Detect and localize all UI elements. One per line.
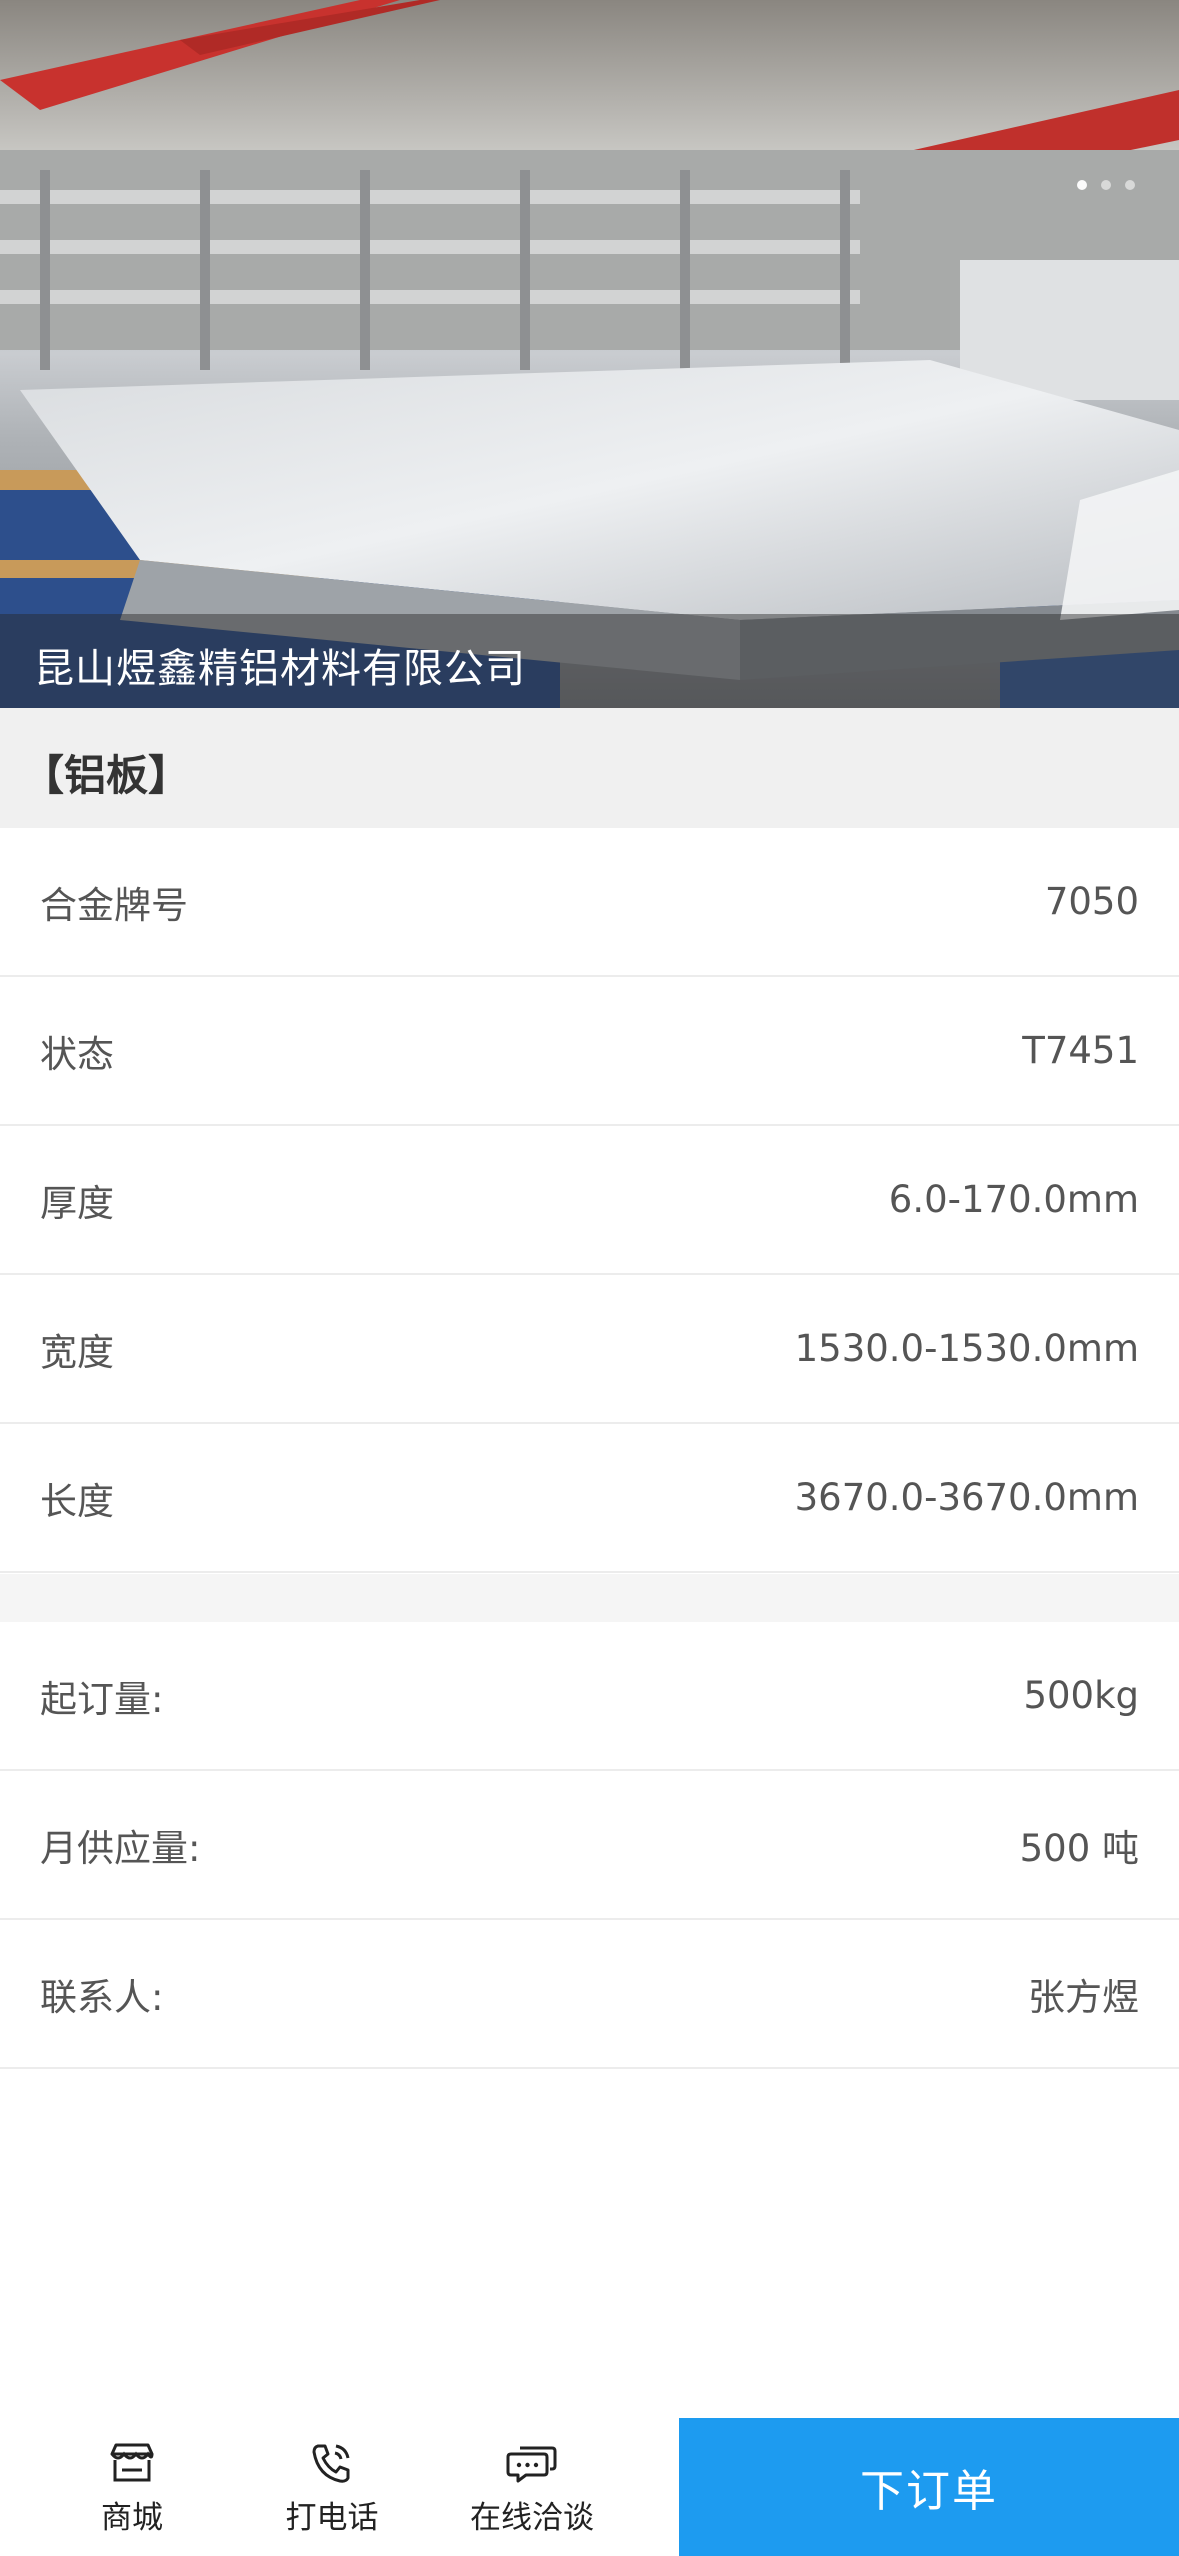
spec-value: 7050 [1044, 880, 1139, 923]
place-order-label: 下订单 [860, 2466, 998, 2517]
carousel-indicator [1077, 180, 1135, 190]
spec-row-alloy: 合金牌号 7050 [0, 828, 1179, 977]
spec-value: 6.0-170.0mm [888, 1178, 1139, 1221]
supply-row-contact: 联系人: 张方煜 [0, 1920, 1179, 2069]
carousel-dot [1077, 180, 1087, 190]
supply-row-monthly-supply: 月供应量: 500 吨 [0, 1771, 1179, 1920]
spec-key: 状态 [40, 1032, 114, 1076]
section-divider [0, 1574, 1179, 1622]
spec-row-temper: 状态 T7451 [0, 977, 1179, 1126]
spec-key: 宽度 [40, 1330, 114, 1374]
supply-row-min-order: 起订量: 500kg [0, 1622, 1179, 1771]
company-caption-bar: 昆山煜鑫精铝材料有限公司 [0, 614, 1179, 708]
chat-icon [506, 2446, 557, 2483]
spec-key: 厚度 [40, 1181, 114, 1225]
tab-store[interactable]: 商城 [32, 2418, 232, 2556]
spec-key: 长度 [40, 1479, 114, 1523]
tab-online-chat[interactable]: 在线洽谈 [432, 2418, 632, 2556]
bottom-action-bar: 商城 打电话 在线洽谈 下订单 [0, 2418, 1179, 2556]
supply-list: 起订量: 500kg 月供应量: 500 吨 联系人: 张方煜 [0, 1622, 1179, 2069]
spec-row-width: 宽度 1530.0-1530.0mm [0, 1275, 1179, 1424]
carousel-dot [1125, 180, 1135, 190]
spec-list: 合金牌号 7050 状态 T7451 厚度 6.0-170.0mm 宽度 153… [0, 828, 1179, 1573]
store-icon [110, 2443, 154, 2482]
product-category-header: 【铝板】 [0, 708, 1179, 828]
place-order-button[interactable]: 下订单 [679, 2418, 1179, 2556]
carousel-dot [1101, 180, 1111, 190]
company-name: 昆山煜鑫精铝材料有限公司 [34, 646, 526, 692]
spec-value: 1530.0-1530.0mm [794, 1327, 1139, 1370]
supply-key: 联系人: [40, 1975, 164, 2019]
spec-key: 合金牌号 [40, 883, 188, 927]
supply-value: 500kg [1023, 1674, 1139, 1717]
spec-row-length: 长度 3670.0-3670.0mm [0, 1424, 1179, 1573]
category-label: 【铝板】 [22, 751, 191, 800]
product-photo: 昆山煜鑫精铝材料有限公司 [0, 0, 1179, 708]
tab-call[interactable]: 打电话 [232, 2418, 432, 2556]
tab-label: 在线洽谈 [470, 2500, 594, 2536]
supply-key: 起订量: [40, 1677, 164, 1721]
supply-value: 500 吨 [1019, 1826, 1139, 1870]
tab-label: 打电话 [285, 2500, 379, 2536]
supply-key: 月供应量: [40, 1826, 201, 1870]
spec-row-thickness: 厚度 6.0-170.0mm [0, 1126, 1179, 1275]
spec-value: T7451 [1022, 1029, 1139, 1072]
spec-value: 3670.0-3670.0mm [794, 1476, 1139, 1519]
tab-label: 商城 [101, 2500, 163, 2536]
phone-icon [312, 2444, 350, 2483]
warehouse-illustration [0, 0, 1179, 708]
supply-value: 张方煜 [1028, 1975, 1139, 2019]
